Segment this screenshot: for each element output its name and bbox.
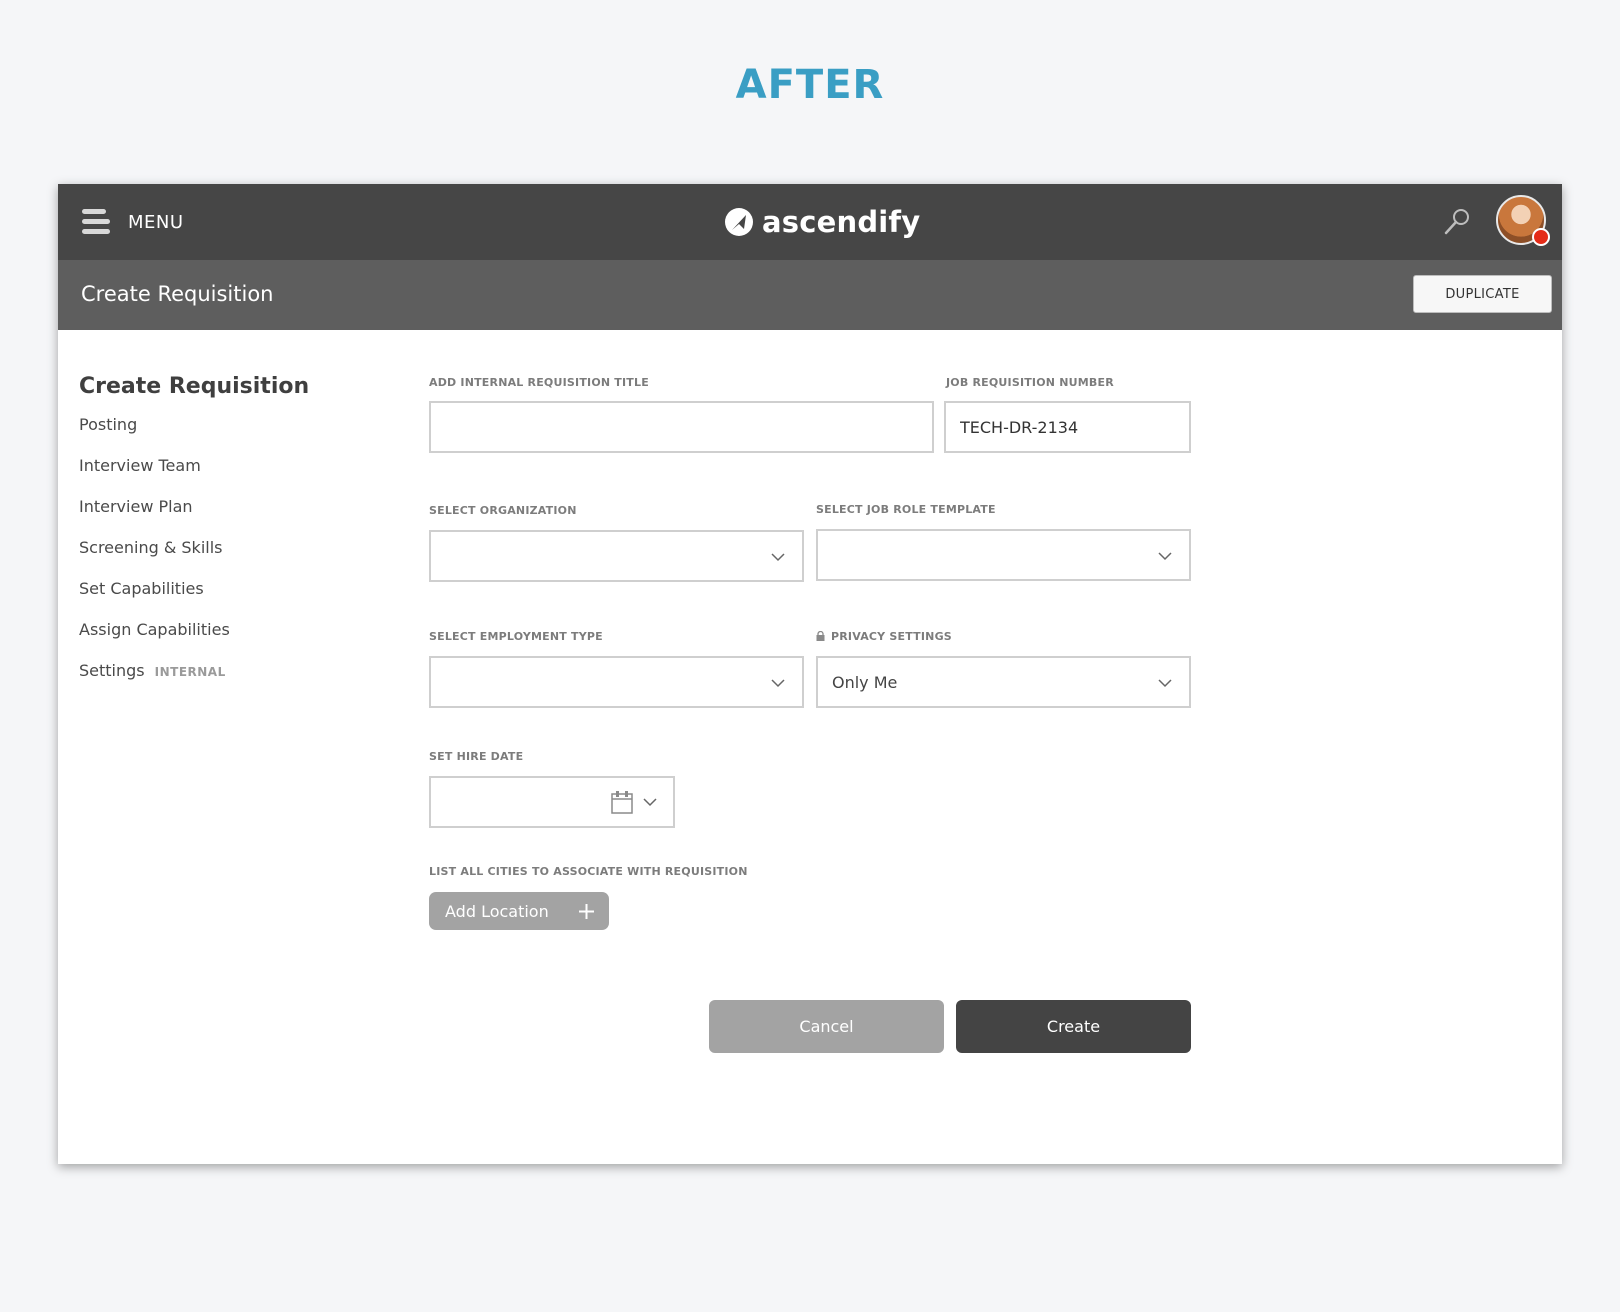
sidenav-item-label: Set Capabilities [79, 579, 204, 598]
req-number-field-label: JOB REQUISITION NUMBER [946, 376, 1114, 389]
top-nav-bar: MENU ascendify [58, 184, 1562, 260]
sidenav-item-posting[interactable]: Posting [79, 415, 399, 456]
chevron-down-icon [1158, 552, 1172, 561]
title-field-label: ADD INTERNAL REQUISITION TITLE [429, 376, 649, 389]
duplicate-button[interactable]: DUPLICATE [1413, 275, 1552, 313]
privacy-label-text: PRIVACY SETTINGS [831, 630, 952, 643]
privacy-field-label: PRIVACY SETTINGS [816, 630, 952, 643]
calendar-icon [611, 791, 633, 814]
privacy-settings-select[interactable]: Only Me [816, 656, 1191, 708]
internal-badge: INTERNAL [154, 665, 226, 679]
sidenav-title: Create Requisition [79, 374, 310, 399]
sidenav-item-interview-team[interactable]: Interview Team [79, 456, 399, 497]
sidenav-item-interview-plan[interactable]: Interview Plan [79, 497, 399, 538]
side-navigation: Create Requisition Posting Interview Tea… [79, 374, 399, 702]
chevron-down-icon [771, 679, 785, 688]
privacy-select-value: Only Me [832, 673, 898, 692]
job-role-field-label: SELECT JOB ROLE TEMPLATE [816, 503, 996, 516]
notification-badge [1532, 228, 1550, 246]
brand-name: ascendify [762, 205, 921, 239]
page-header-bar: Create Requisition DUPLICATE [58, 260, 1562, 330]
ascendify-logo-icon [725, 208, 753, 236]
add-location-label: Add Location [445, 901, 549, 921]
sidenav-item-label: Assign Capabilities [79, 620, 230, 639]
add-location-button[interactable]: Add Location [429, 892, 609, 930]
page-heading: AFTER [735, 62, 885, 108]
chevron-down-icon [771, 553, 785, 562]
lock-icon [816, 631, 825, 641]
search-icon[interactable] [1442, 206, 1472, 236]
cancel-button[interactable]: Cancel [709, 1000, 944, 1053]
menu-label: MENU [128, 211, 184, 233]
sidenav-item-screening-skills[interactable]: Screening & Skills [79, 538, 399, 579]
chevron-down-icon [643, 798, 657, 807]
organization-select[interactable] [429, 530, 804, 582]
requisition-number-input[interactable] [944, 401, 1191, 453]
create-button[interactable]: Create [956, 1000, 1191, 1053]
page-title: Create Requisition [81, 282, 274, 306]
hamburger-icon [82, 208, 110, 236]
job-role-template-select[interactable] [816, 529, 1191, 581]
sidenav-item-assign-capabilities[interactable]: Assign Capabilities [79, 620, 399, 661]
menu-button[interactable]: MENU [82, 204, 184, 240]
organization-field-label: SELECT ORGANIZATION [429, 504, 577, 517]
cities-field-label: LIST ALL CITIES TO ASSOCIATE WITH REQUIS… [429, 865, 748, 878]
employment-field-label: SELECT EMPLOYMENT TYPE [429, 630, 603, 643]
employment-type-select[interactable] [429, 656, 804, 708]
sidenav-item-settings[interactable]: Settings INTERNAL [79, 661, 399, 702]
hire-date-picker[interactable] [429, 776, 675, 828]
requisition-title-input[interactable] [429, 401, 934, 453]
sidenav-item-label: Screening & Skills [79, 538, 223, 557]
sidenav-item-label: Settings [79, 661, 145, 680]
sidenav-item-label: Interview Team [79, 456, 201, 475]
hire-date-field-label: SET HIRE DATE [429, 750, 524, 763]
brand-logo[interactable]: ascendify [724, 202, 920, 242]
plus-icon [579, 904, 594, 919]
sidenav-item-label: Interview Plan [79, 497, 193, 516]
sidenav-item-label: Posting [79, 415, 138, 434]
app-window: MENU ascendify Create Requisition DUPLIC… [58, 184, 1562, 1164]
sidenav-item-set-capabilities[interactable]: Set Capabilities [79, 579, 399, 620]
chevron-down-icon [1158, 679, 1172, 688]
